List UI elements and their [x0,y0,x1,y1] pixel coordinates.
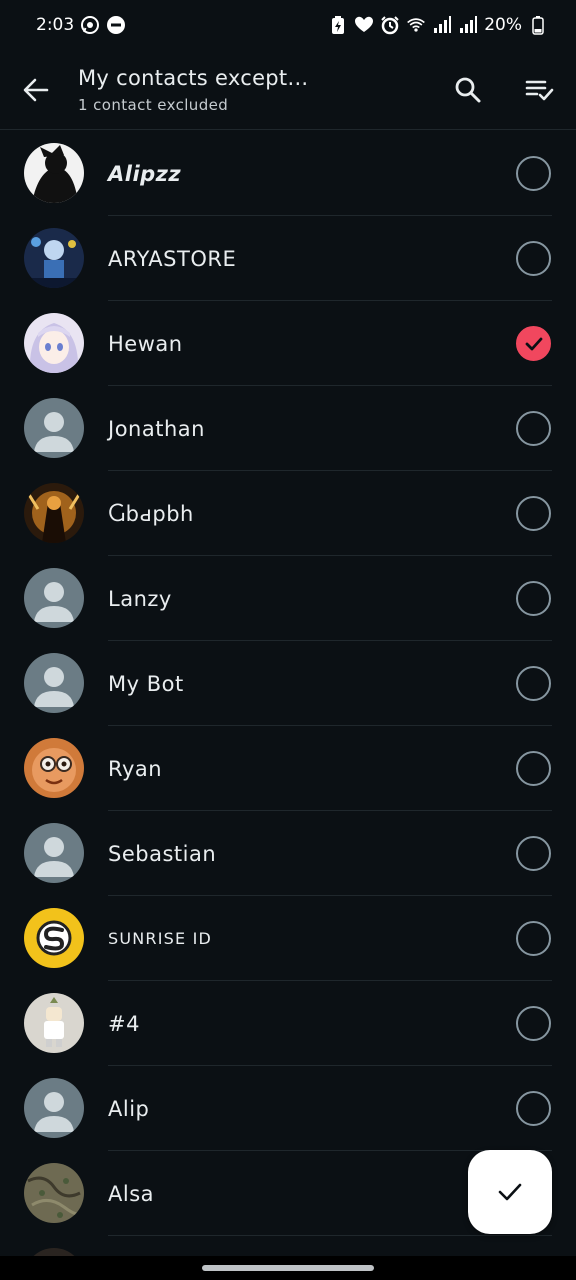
select-all-icon [525,80,554,100]
default-avatar-icon [24,823,84,883]
contact-row-lanzy[interactable]: Lanzy [0,556,576,641]
contact-list[interactable]: Alipzz ARYASTORE Hewan Jonathan Ⴚbԁpbh L… [0,131,576,1256]
contact-row-alipzz[interactable]: Alipzz [0,131,576,216]
status-bar: 2:03 20% [0,0,576,50]
battery-percent: 20% [484,15,522,35]
confirm-button[interactable] [468,1150,552,1234]
battery-icon [528,15,548,35]
contact-row-jonathan[interactable]: Jonathan [0,386,576,471]
contact-name: My Bot [108,671,184,696]
contact-name: Jonathan [108,416,205,441]
contact-checkbox[interactable] [516,496,551,531]
page-title: My contacts except... [78,65,309,90]
contact-row-sunrise-id[interactable]: SUNRISE ID [0,896,576,981]
contact-checkbox[interactable] [516,241,551,276]
contact-name: Lanzy [108,586,172,611]
contact-checkbox[interactable] [516,156,551,191]
avatar-partial [24,1248,84,1256]
back-button[interactable] [0,50,72,130]
contact-name: Sebastian [108,841,217,866]
signal-icon-1 [432,15,452,35]
default-avatar-icon [24,1078,84,1138]
contact-name: Ⴚbԁpbh [108,501,194,526]
avatar-alsa [24,1163,84,1223]
signal-icon-2 [458,15,478,35]
avatar-alipzz [24,143,84,203]
contact-row-my-bot[interactable]: My Bot [0,641,576,726]
whatsapp-icon [80,15,100,35]
contact-name: Ryan [108,756,163,781]
home-indicator[interactable] [202,1265,374,1271]
contact-checkbox[interactable] [516,836,551,871]
contact-row-sebastian[interactable]: Sebastian [0,811,576,896]
contact-checkbox[interactable] [516,751,551,786]
search-button[interactable] [432,50,504,130]
contact-checkbox[interactable] [516,921,551,956]
checkmark-icon [525,337,542,350]
contact-checkbox[interactable] [516,411,551,446]
avatar-ryan [24,738,84,798]
contact-checkbox[interactable] [516,1091,551,1126]
alarm-icon [380,15,400,35]
contact-name: Alsa [108,1181,155,1206]
contact-row-partial[interactable] [0,1236,576,1256]
checkmark-icon [498,1183,522,1201]
app-bar: My contacts except... 1 contact excluded [0,50,576,130]
wifi-icon [406,15,426,35]
select-all-button[interactable] [504,50,576,130]
contact-checkbox-checked[interactable] [516,326,551,361]
avatar-hewan [24,313,84,373]
avatar-4 [24,993,84,1053]
contact-name: ARYASTORE [108,246,237,271]
avatar-stylized [24,483,84,543]
search-icon [455,77,481,102]
page-subtitle: 1 contact excluded [78,95,229,114]
contact-checkbox[interactable] [516,581,551,616]
contact-row-ryan[interactable]: Ryan [0,726,576,811]
header-titles: My contacts except... 1 contact excluded [72,66,432,114]
default-avatar-icon [24,568,84,628]
arrow-left-icon [23,78,49,101]
contact-row-4[interactable]: #4 [0,981,576,1066]
default-avatar-icon [24,653,84,713]
contact-row-aryastore[interactable]: ARYASTORE [0,216,576,301]
contact-row-hewan[interactable]: Hewan [0,301,576,386]
contact-checkbox[interactable] [516,1006,551,1041]
do-not-disturb-icon [106,15,126,35]
contact-checkbox[interactable] [516,666,551,701]
contact-name: #4 [108,1011,140,1036]
avatar-sunrise-id [24,908,84,968]
battery-saver-icon [328,15,348,35]
status-time: 2:03 [36,15,75,35]
contact-name: Hewan [108,331,183,356]
default-avatar-icon [24,398,84,458]
contact-row-alip[interactable]: Alip [0,1066,576,1151]
contact-name: Alip [108,1096,150,1121]
contact-row-stylized[interactable]: Ⴚbԁpbh [0,471,576,556]
contact-name: SUNRISE ID [108,929,213,948]
avatar-aryastore [24,228,84,288]
contact-name: Alipzz [108,161,182,186]
system-nav-bar [0,1256,576,1280]
heart-icon [354,15,374,35]
